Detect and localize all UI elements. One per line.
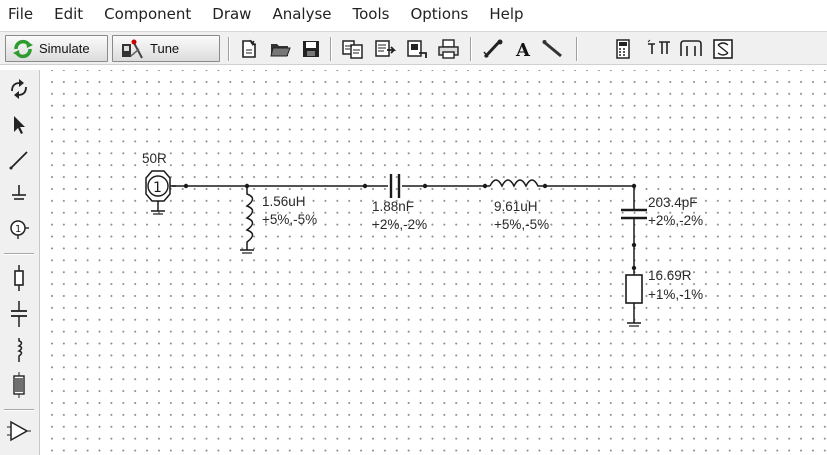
new-file-icon[interactable]	[236, 36, 262, 62]
palette-separator	[4, 253, 34, 255]
tune-label: Tune	[150, 41, 180, 56]
ground-icon[interactable]	[4, 179, 34, 209]
simulate-icon	[13, 39, 33, 58]
menu-bar: File Edit Component Draw Analyse Tools O…	[0, 0, 827, 28]
series-inductor-value: 9.61uH	[494, 199, 538, 214]
tline-icon[interactable]	[646, 36, 672, 62]
save-icon[interactable]	[298, 36, 324, 62]
port-icon[interactable]: 1	[4, 214, 34, 244]
series-inductor-tolerance: +5%,-5%	[494, 217, 549, 232]
shunt-capacitor-tolerance: +2%,-2%	[648, 213, 703, 228]
shunt-capacitor-value: 203.4pF	[648, 195, 698, 210]
menu-options[interactable]: Options	[410, 5, 468, 23]
text-tool-icon[interactable]: A	[510, 36, 536, 62]
menu-draw[interactable]: Draw	[212, 5, 251, 23]
transformer-icon[interactable]	[4, 370, 34, 400]
tune-button[interactable]: Tune	[112, 35, 220, 62]
paste-schematic-icon[interactable]	[372, 36, 398, 62]
menu-help[interactable]: Help	[489, 5, 523, 23]
simulate-button[interactable]: Simulate	[5, 35, 108, 62]
toolbar-separator	[330, 37, 332, 61]
menu-tools[interactable]: Tools	[353, 5, 390, 23]
capacitor-icon[interactable]	[4, 299, 34, 329]
simulate-label: Simulate	[39, 41, 90, 56]
port-number: 1	[153, 180, 162, 196]
copy-schematic-icon[interactable]	[340, 36, 366, 62]
tune-icon	[122, 39, 143, 58]
schematic-canvas[interactable]	[41, 70, 827, 455]
svg-text:A: A	[515, 40, 531, 60]
export-icon[interactable]	[404, 36, 430, 62]
svg-text:1: 1	[15, 224, 21, 235]
print-icon[interactable]	[436, 36, 462, 62]
toolbar-separator	[470, 37, 472, 61]
wire-tool-icon[interactable]	[4, 145, 34, 175]
shunt-inductor-tolerance: +5%,-5%	[262, 212, 317, 227]
toolbar: Simulate Tune A	[0, 31, 827, 65]
inductor-icon[interactable]	[4, 335, 34, 365]
select-pointer-icon[interactable]	[4, 110, 34, 140]
menu-analyse[interactable]: Analyse	[272, 5, 331, 23]
draw-line-icon[interactable]	[540, 36, 566, 62]
menu-component[interactable]: Component	[104, 5, 191, 23]
rotate-icon[interactable]	[4, 74, 34, 104]
smith-chart-icon[interactable]	[710, 36, 736, 62]
menu-edit[interactable]: Edit	[54, 5, 83, 23]
menu-file[interactable]: File	[8, 5, 33, 23]
toolbar-separator	[228, 37, 230, 61]
series-capacitor-tolerance: +2%,-2%	[372, 217, 427, 232]
resistor-icon[interactable]	[4, 263, 34, 293]
palette-separator	[4, 409, 34, 411]
load-resistor-tolerance: +1%,-1%	[648, 287, 703, 302]
probe-icon[interactable]	[480, 36, 506, 62]
shunt-inductor-value: 1.56uH	[262, 194, 306, 209]
component-palette: 1	[0, 70, 40, 455]
series-capacitor-value: 1.88nF	[372, 199, 414, 214]
open-folder-icon[interactable]	[267, 36, 293, 62]
calculator-icon[interactable]	[610, 36, 636, 62]
amplifier-icon[interactable]	[4, 416, 34, 446]
stub-icon[interactable]	[678, 36, 704, 62]
load-resistor-value: 16.69R	[648, 268, 692, 283]
source-impedance-label: 50R	[142, 151, 167, 166]
toolbar-separator	[576, 37, 578, 61]
